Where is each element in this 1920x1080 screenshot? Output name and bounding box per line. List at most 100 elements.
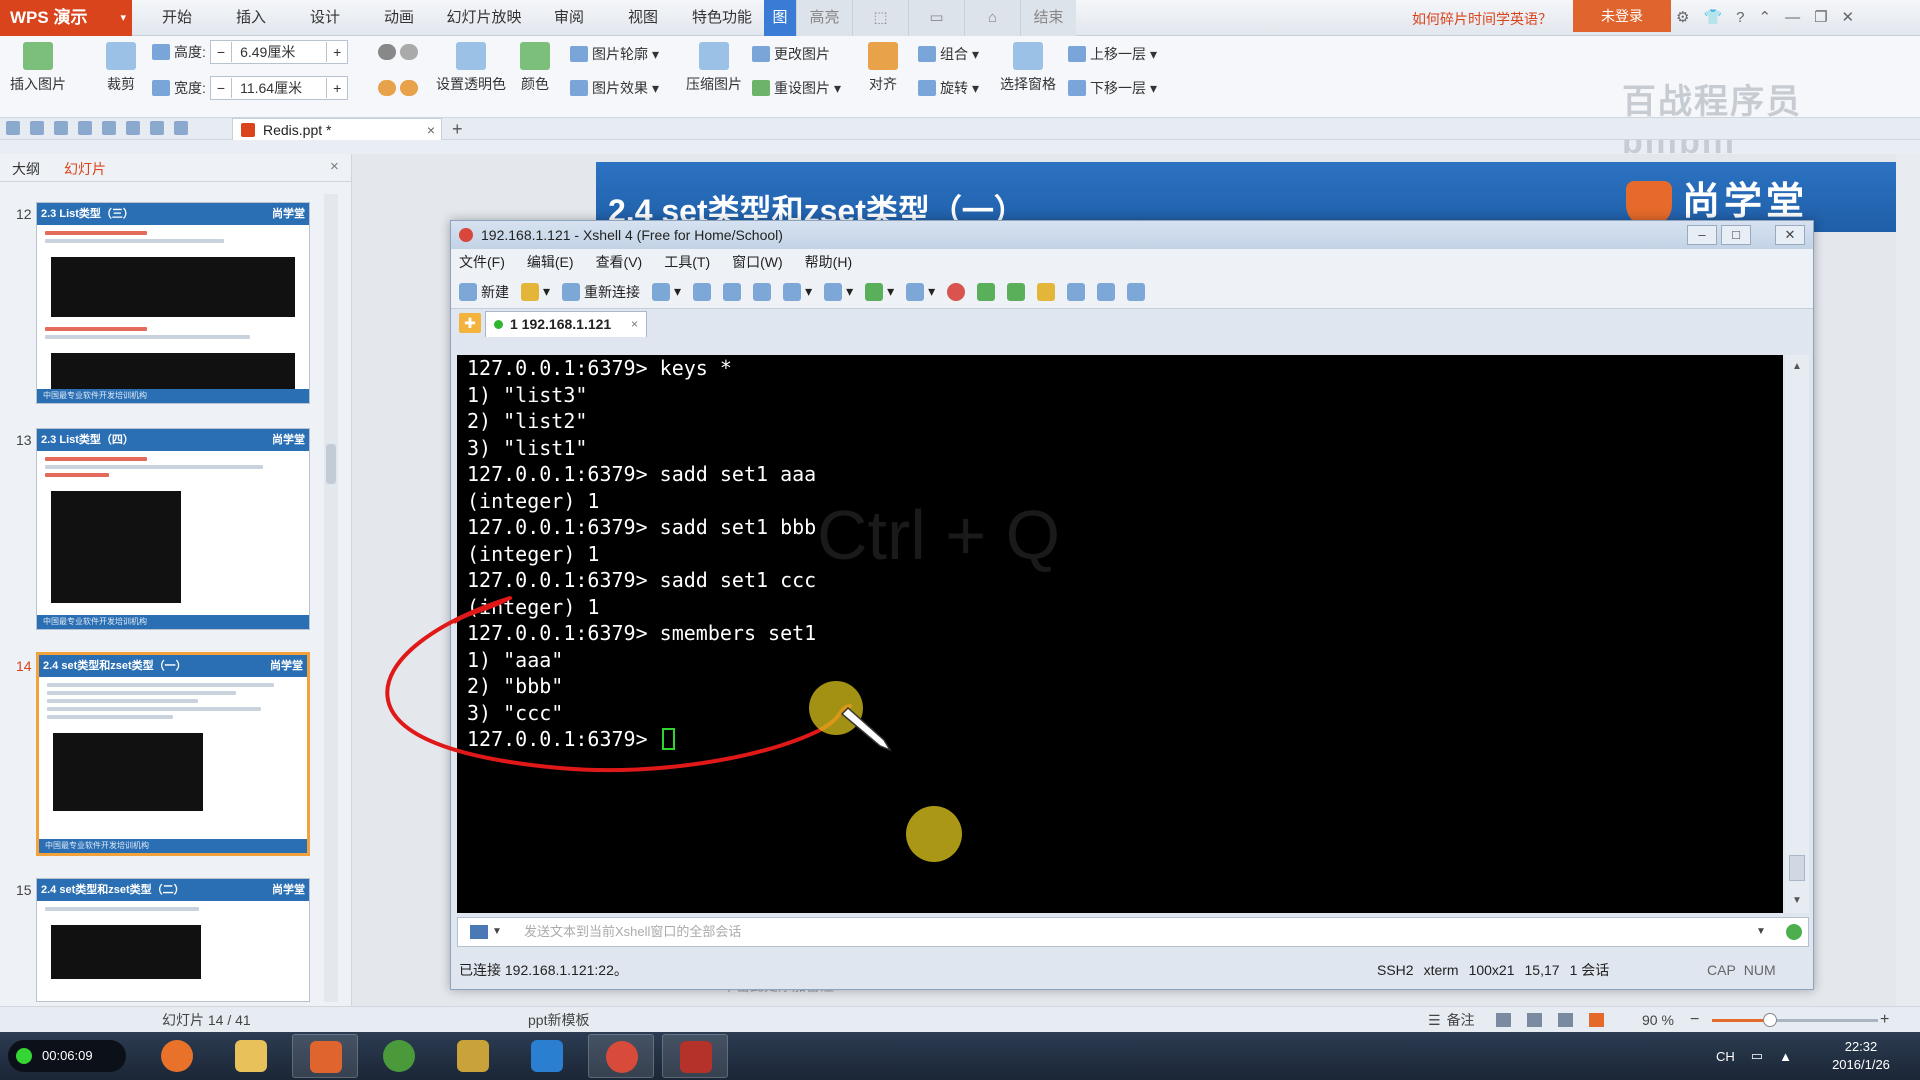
height-value[interactable]: 6.49厘米 bbox=[231, 42, 328, 62]
reconnect-button[interactable]: 重新连接 bbox=[562, 282, 640, 302]
zoom-in-icon[interactable]: + bbox=[1880, 1007, 1889, 1033]
compose-bar[interactable]: ▼ 发送文本到当前Xshell窗口的全部会话 ▼ bbox=[457, 917, 1809, 947]
slide-sorter-icon[interactable] bbox=[1527, 1013, 1542, 1027]
crop-button[interactable]: 裁剪 bbox=[106, 42, 136, 94]
new-session-button[interactable]: 新建 bbox=[459, 282, 509, 302]
scroll-up-icon[interactable]: ▲ bbox=[1792, 361, 1802, 372]
document-tab[interactable]: Redis.ppt * × bbox=[232, 118, 442, 140]
input-language[interactable]: CH bbox=[1716, 1049, 1735, 1064]
help-icon[interactable]: ? bbox=[1736, 9, 1744, 26]
chat-button[interactable] bbox=[1127, 282, 1146, 301]
zoom-out-icon[interactable]: − bbox=[1690, 1007, 1699, 1033]
minus-icon[interactable]: − bbox=[211, 44, 231, 60]
set-transparent-button[interactable]: 设置透明色 bbox=[436, 42, 506, 94]
zoom-level[interactable]: 90 % bbox=[1642, 1007, 1674, 1033]
transfer-button[interactable]: ▾ bbox=[824, 282, 853, 301]
menu-edit[interactable]: 编辑(E) bbox=[527, 249, 574, 275]
chevron-down-icon[interactable]: ▼ bbox=[492, 918, 502, 946]
maximize-icon[interactable]: □ bbox=[1721, 225, 1751, 245]
minus-icon[interactable]: − bbox=[211, 80, 231, 96]
slide-thumbnail-14[interactable]: 2.4 set类型和zset类型（一） 尚学堂 中国最专业软件开发培训机构 bbox=[36, 652, 310, 856]
menu-picture-tools[interactable]: 图 bbox=[764, 0, 796, 36]
slideshow-icon[interactable] bbox=[1589, 1013, 1604, 1027]
print-button[interactable]: ▾ bbox=[783, 282, 812, 301]
taskbar-recorder[interactable] bbox=[662, 1034, 728, 1078]
menu-design[interactable]: 设计 bbox=[288, 0, 362, 36]
find-button[interactable] bbox=[753, 282, 772, 301]
taskbar-wps[interactable] bbox=[292, 1034, 358, 1078]
xftp-button[interactable] bbox=[947, 282, 966, 301]
taskbar-chrome[interactable] bbox=[366, 1034, 432, 1078]
reading-view-icon[interactable] bbox=[1558, 1013, 1573, 1027]
close-icon[interactable]: ✕ bbox=[1775, 225, 1805, 245]
menu-review[interactable]: 审阅 bbox=[532, 0, 606, 36]
picture-outline-button[interactable]: 图片轮廓 ▾ bbox=[570, 44, 659, 64]
scrollbar-thumb[interactable] bbox=[1789, 855, 1805, 881]
login-button[interactable]: 未登录 bbox=[1573, 0, 1671, 32]
compose-icon[interactable] bbox=[470, 925, 488, 939]
width-value[interactable]: 11.64厘米 bbox=[231, 78, 328, 98]
menu-animation[interactable]: 动画 bbox=[362, 0, 436, 36]
recording-timer[interactable]: 00:06:09 bbox=[8, 1040, 126, 1072]
taskbar-firefox[interactable] bbox=[144, 1034, 210, 1078]
save-icon[interactable] bbox=[30, 121, 44, 135]
new-tab-button[interactable]: + bbox=[452, 118, 463, 140]
picture-effect-button[interactable]: 图片效果 ▾ bbox=[570, 78, 659, 98]
taskbar-xshell[interactable] bbox=[588, 1034, 654, 1078]
insert-picture-button[interactable]: 插入图片 bbox=[10, 42, 66, 94]
window-region-icon[interactable]: ▭ bbox=[908, 0, 964, 36]
scrollbar-thumb[interactable] bbox=[326, 444, 336, 484]
menu-tools[interactable]: 工具(T) bbox=[664, 249, 710, 275]
collapse-icon[interactable]: ⌃ bbox=[1758, 8, 1771, 26]
print-icon[interactable] bbox=[78, 121, 92, 135]
zoom-slider[interactable] bbox=[1712, 1013, 1878, 1027]
minimize-icon[interactable]: – bbox=[1687, 225, 1717, 245]
brightness-down-icon[interactable] bbox=[400, 80, 418, 96]
menu-window[interactable]: 窗口(W) bbox=[732, 249, 783, 275]
keyboard-button[interactable] bbox=[1067, 282, 1086, 301]
contrast-down-icon[interactable] bbox=[400, 44, 418, 60]
color-button[interactable]: 颜色 bbox=[520, 42, 550, 94]
change-picture-button[interactable]: 更改图片 bbox=[752, 44, 830, 64]
menu-view[interactable]: 视图 bbox=[606, 0, 680, 36]
send-backward-button[interactable]: 下移一层 ▾ bbox=[1068, 78, 1157, 98]
copy-button[interactable] bbox=[693, 282, 712, 301]
find-icon[interactable] bbox=[126, 121, 140, 135]
normal-view-icon[interactable] bbox=[1496, 1013, 1511, 1027]
menu-help[interactable]: 帮助(H) bbox=[805, 249, 852, 275]
home-icon[interactable]: ⌂ bbox=[964, 0, 1020, 36]
taskbar-app-blue[interactable] bbox=[514, 1034, 580, 1078]
open-button[interactable]: ▾ bbox=[521, 282, 550, 301]
scroll-down-icon[interactable]: ▼ bbox=[1792, 895, 1802, 906]
print-preview-icon[interactable] bbox=[102, 121, 116, 135]
xshell-title-bar[interactable]: 192.168.1.121 - Xshell 4 (Free for Home/… bbox=[451, 221, 1813, 249]
menu-highlight[interactable]: 高亮 bbox=[796, 0, 852, 36]
menu-view[interactable]: 查看(V) bbox=[596, 249, 643, 275]
brightness-up-icon[interactable] bbox=[378, 80, 396, 96]
panel-scrollbar[interactable] bbox=[324, 194, 338, 1002]
reset-picture-button[interactable]: 重设图片 ▾ bbox=[752, 78, 841, 98]
group-button[interactable]: 组合 ▾ bbox=[918, 44, 979, 64]
terminal-output[interactable]: Ctrl + Q 127.0.0.1:6379> keys * 1) "list… bbox=[457, 355, 1783, 913]
contrast-buttons[interactable] bbox=[378, 44, 418, 60]
bring-forward-button[interactable]: 上移一层 ▾ bbox=[1068, 44, 1157, 64]
open-icon[interactable] bbox=[6, 121, 20, 135]
select-region-icon[interactable]: ⬚ bbox=[852, 0, 908, 36]
height-stepper[interactable]: − 6.49厘米 + bbox=[209, 40, 349, 64]
layout-button[interactable] bbox=[1007, 282, 1026, 301]
menu-file[interactable]: 文件(F) bbox=[459, 249, 505, 275]
restore-icon[interactable]: ❐ bbox=[1814, 8, 1827, 26]
brightness-buttons[interactable] bbox=[378, 80, 418, 96]
send-icon[interactable] bbox=[1786, 924, 1802, 940]
menu-slideshow[interactable]: 幻灯片放映 bbox=[436, 0, 532, 36]
slide-scrollbar[interactable] bbox=[1896, 154, 1920, 1006]
close-panel-icon[interactable]: × bbox=[330, 158, 339, 175]
rotate-button[interactable]: 旋转 ▾ bbox=[918, 78, 979, 98]
shirt-icon[interactable]: 👕 bbox=[1703, 8, 1722, 26]
contrast-icon[interactable] bbox=[378, 44, 396, 60]
tab-outline[interactable]: 大纲 bbox=[12, 159, 40, 179]
taskbar-app-mascot[interactable] bbox=[440, 1034, 506, 1078]
help-button[interactable] bbox=[1097, 282, 1116, 301]
minimize-icon[interactable]: — bbox=[1785, 9, 1800, 26]
selection-pane-button[interactable]: 选择窗格 bbox=[1000, 42, 1056, 94]
